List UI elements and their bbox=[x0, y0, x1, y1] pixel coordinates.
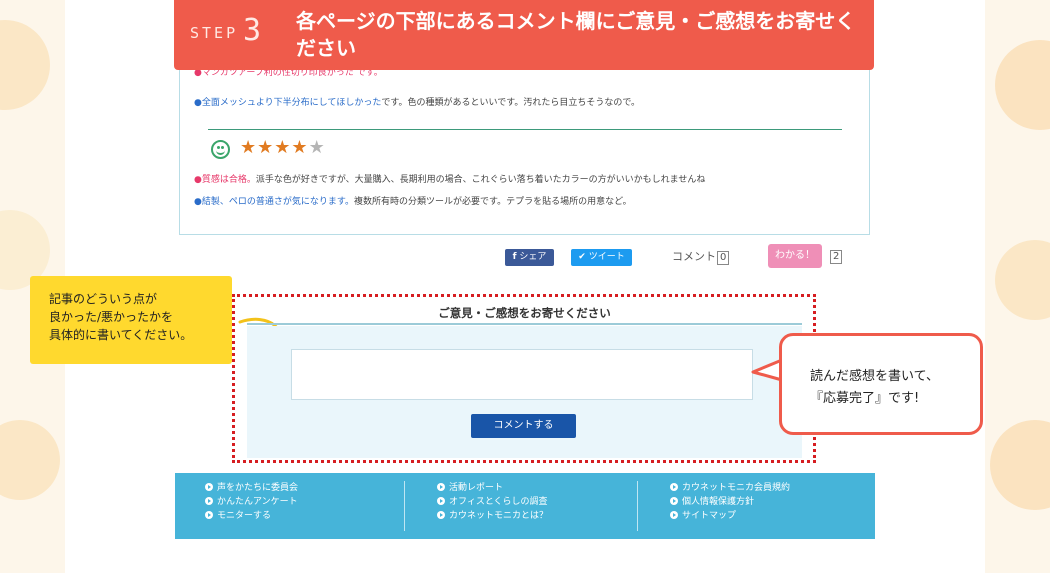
review-line-1-highlight: ●全面メッシュより下半分布にしてほしかった bbox=[194, 98, 382, 108]
star-icon: ★ bbox=[291, 137, 309, 158]
footer-link[interactable]: 活動レポート bbox=[437, 481, 548, 495]
facebook-share-label: シェア bbox=[519, 252, 547, 262]
wakaru-count: 2 bbox=[829, 249, 843, 264]
comment-count: コメント 0 bbox=[672, 248, 730, 265]
step-title: 各ページの下部にあるコメント欄にご意見・ご感想をお寄せください bbox=[296, 9, 856, 60]
review-line-3-rest: 複数所有時の分類ツールが必要です。テプラを貼る場所の用意など。 bbox=[353, 197, 632, 207]
arrow-right-icon bbox=[670, 497, 678, 505]
instruction-note: 記事のどういう点が 良かった/悪かったかを 具体的に書いてください。 bbox=[30, 276, 232, 364]
review-line-1: ●全面メッシュより下半分布にしてほしかったです。色の種類があるといいです。汚れた… bbox=[194, 97, 640, 110]
background-dot bbox=[0, 420, 60, 500]
footer-link[interactable]: カウネットモニカ会員規約 bbox=[670, 481, 790, 495]
footer-link[interactable]: モニターする bbox=[205, 509, 298, 523]
speech-bubble-text: 読んだ感想を書いて、 『応募完了』です! bbox=[810, 369, 939, 406]
footer-link-label: カウネットモニカ会員規約 bbox=[682, 483, 791, 493]
step-word: STEP bbox=[190, 24, 239, 42]
background-dot bbox=[0, 20, 50, 110]
star-icon: ★ bbox=[240, 137, 258, 158]
star-icon: ★ bbox=[274, 137, 292, 158]
footer-link-label: カウネットモニカとは？ bbox=[449, 511, 549, 521]
tweet-label: ツイート bbox=[588, 252, 625, 262]
review-clipped-line: ●マンガツアーブ利の性切り印良かった です。 bbox=[194, 70, 383, 78]
comment-count-value: 0 bbox=[717, 251, 730, 265]
footer-link-label: 声をかたちに委員会 bbox=[217, 483, 299, 493]
step-number: 3 bbox=[243, 13, 262, 48]
footer-column-1: 声をかたちに委員会 かんたんアンケート モニターする bbox=[205, 481, 298, 523]
highlight-frame bbox=[232, 294, 816, 463]
footer-link[interactable]: サイトマップ bbox=[670, 509, 790, 523]
footer-link-label: 活動レポート bbox=[449, 483, 504, 493]
review-line-1-rest: です。色の種類があるといいです。汚れたら目立ちそうなので。 bbox=[381, 98, 640, 108]
speech-bubble: 読んだ感想を書いて、 『応募完了』です! bbox=[779, 333, 983, 435]
review-line-2: ●質感は合格。派手な色が好きですが、大量購入、長期利用の場合、これぐらい落ち着い… bbox=[194, 174, 705, 187]
background-dot bbox=[990, 420, 1050, 510]
footer-link-label: オフィスとくらしの調査 bbox=[449, 497, 548, 507]
footer-link[interactable]: オフィスとくらしの調査 bbox=[437, 495, 548, 509]
star-empty-icon: ★ bbox=[308, 137, 326, 158]
arrow-right-icon bbox=[205, 511, 213, 519]
arrow-right-icon bbox=[670, 511, 678, 519]
footer-column-2: 活動レポート オフィスとくらしの調査 カウネットモニカとは？ bbox=[437, 481, 548, 523]
facebook-share-button[interactable]: f シェア bbox=[505, 249, 554, 266]
step-banner: STEP 3 各ページの下部にあるコメント欄にご意見・ご感想をお寄せください bbox=[174, 0, 874, 70]
tweet-button[interactable]: ✔ ツイート bbox=[571, 249, 632, 266]
footer-nav: 声をかたちに委員会 かんたんアンケート モニターする 活動レポート オフィスとく… bbox=[175, 473, 875, 539]
footer-link-label: 個人情報保護方針 bbox=[682, 497, 755, 507]
footer-separator bbox=[404, 481, 405, 531]
smile-icon bbox=[211, 140, 230, 159]
review-line-2-rest: 派手な色が好きですが、大量購入、長期利用の場合、これぐらい落ち着いたカラーの方が… bbox=[255, 175, 706, 185]
footer-link-label: モニターする bbox=[217, 511, 272, 521]
footer-separator bbox=[637, 481, 638, 531]
wakaru-button[interactable]: わかる！ bbox=[768, 244, 822, 268]
arrow-right-icon bbox=[205, 483, 213, 491]
arrow-right-icon bbox=[437, 511, 445, 519]
footer-column-3: カウネットモニカ会員規約 個人情報保護方針 サイトマップ bbox=[670, 481, 790, 523]
arrow-right-icon bbox=[205, 497, 213, 505]
review-line-3: ●結製、ペロの普通さが気になります。複数所有時の分類ツールが必要です。テプラを貼… bbox=[194, 196, 632, 209]
background-dot bbox=[995, 240, 1050, 320]
instruction-note-text: 記事のどういう点が 良かった/悪かったかを 具体的に書いてください。 bbox=[49, 292, 193, 342]
arrow-right-icon bbox=[437, 497, 445, 505]
footer-link-label: かんたんアンケート bbox=[217, 497, 298, 507]
facebook-icon: f bbox=[512, 252, 517, 262]
twitter-icon: ✔ bbox=[578, 252, 586, 262]
background-dot bbox=[995, 40, 1050, 130]
review-line-3-highlight: ●結製、ペロの普通さが気になります。 bbox=[194, 197, 354, 207]
review-card: ●マンガツアーブ利の性切り印良かった です。 ●全面メッシュより下半分布にしてほ… bbox=[179, 70, 870, 235]
arrow-right-icon bbox=[437, 483, 445, 491]
footer-link-label: サイトマップ bbox=[682, 511, 737, 521]
wakaru-count-value: 2 bbox=[830, 250, 843, 264]
footer-link[interactable]: 個人情報保護方針 bbox=[670, 495, 790, 509]
footer-link[interactable]: 声をかたちに委員会 bbox=[205, 481, 298, 495]
review-divider bbox=[208, 129, 842, 130]
footer-link[interactable]: カウネットモニカとは？ bbox=[437, 509, 548, 523]
comment-label: コメント bbox=[672, 250, 716, 263]
arrow-right-icon bbox=[670, 483, 678, 491]
review-line-2-highlight: ●質感は合格。 bbox=[194, 175, 256, 185]
footer-link[interactable]: かんたんアンケート bbox=[205, 495, 298, 509]
star-icon: ★ bbox=[257, 137, 275, 158]
rating-stars: ★★★★★ bbox=[240, 137, 326, 158]
